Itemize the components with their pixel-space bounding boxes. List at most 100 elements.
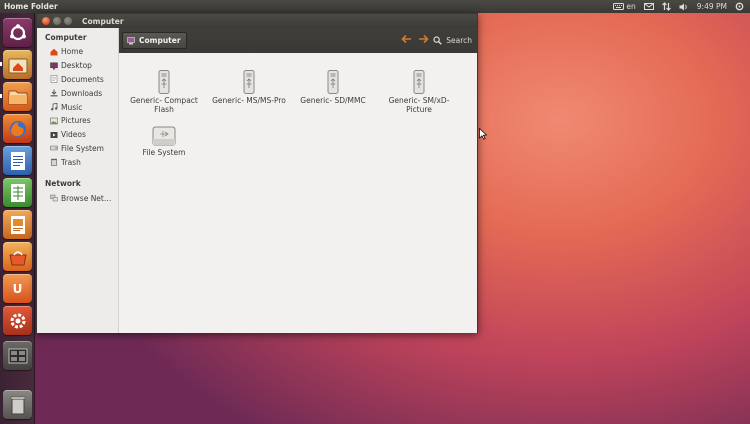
mouse-cursor-icon (479, 128, 487, 140)
sidebar-item-trash[interactable]: Trash (37, 155, 118, 169)
minimize-window-button[interactable] (53, 17, 61, 25)
search-icon (433, 36, 443, 45)
back-button[interactable] (401, 34, 412, 46)
file-item-label: Generic- Compact (130, 96, 198, 105)
window-controls (37, 17, 72, 25)
software-center-launcher[interactable] (3, 242, 32, 271)
power-gear-icon (735, 2, 744, 11)
sidebar-item-home[interactable]: Home (37, 45, 118, 59)
impress-launcher[interactable] (3, 210, 32, 239)
computer-icon (127, 36, 135, 44)
file-item-generic-sd-mmc[interactable]: Generic- SD/MMC (291, 70, 375, 105)
sidebar-item-label: Downloads (61, 88, 103, 98)
usb-drive-icon (243, 70, 255, 94)
videos-icon (50, 131, 58, 138)
file-item-label: Generic- SD/MMC (300, 96, 366, 105)
window-titlebar[interactable]: Computer (37, 14, 477, 28)
ubuntu-one-icon: U (12, 281, 23, 296)
sound-indicator[interactable] (679, 3, 689, 11)
keyboard-indicator[interactable]: en (613, 2, 636, 11)
file-system-icon (50, 146, 58, 151)
network-arrows-icon (661, 2, 671, 11)
running-indicator (0, 94, 2, 98)
keyboard-icon (613, 3, 625, 10)
sidebar-item-pictures[interactable]: Pictures (37, 114, 118, 128)
clock-time: 9:49 PM (696, 2, 727, 11)
file-item-file-system[interactable]: File System (122, 126, 206, 157)
file-item-label: Generic- SM/xD- (388, 96, 450, 105)
sidebar-item-label: Documents (61, 74, 104, 84)
envelope-icon (643, 3, 654, 10)
file-item-label: Flash (154, 105, 174, 114)
clock-indicator[interactable]: 9:49 PM (697, 2, 727, 11)
trash-icon (10, 396, 25, 414)
breadcrumb-computer[interactable]: Computer (122, 32, 187, 49)
sidebar-item-label: File System (61, 143, 104, 153)
home-folder-icon (8, 58, 27, 73)
file-view: Generic- Compact Flash Generic- MS/MS-Pr… (119, 53, 477, 333)
folder-icon (8, 90, 27, 104)
firefox-launcher[interactable] (3, 114, 32, 143)
sidebar-item-music[interactable]: Music (37, 100, 118, 114)
workspace-switcher-launcher[interactable] (3, 341, 32, 370)
software-center-icon (8, 250, 27, 265)
search-button[interactable]: Search (433, 28, 472, 53)
sidebar-item-label: Trash (61, 157, 81, 167)
home-icon (50, 48, 58, 56)
sidebar-item-label: Home (61, 47, 84, 57)
documents-icon (50, 75, 58, 84)
sidebar-item-videos[interactable]: Videos (37, 128, 118, 142)
window-toolbar: Computer Search (119, 28, 477, 53)
running-indicator (0, 62, 2, 66)
forward-button[interactable] (418, 34, 429, 46)
usb-drive-icon (158, 70, 170, 94)
messaging-indicator[interactable] (643, 3, 654, 10)
downloads-icon (50, 89, 58, 97)
system-settings-launcher[interactable] (3, 306, 32, 335)
file-manager-window: Computer Computer Home Desktop Documents… (36, 13, 478, 333)
sidebar-item-downloads[interactable]: Downloads (37, 86, 118, 100)
launcher: U (0, 13, 35, 424)
calc-launcher[interactable] (3, 178, 32, 207)
file-item-label: Picture (406, 105, 432, 114)
sidebar-item-label: Desktop (61, 61, 92, 71)
usb-drive-icon (327, 70, 339, 94)
close-window-button[interactable] (42, 17, 50, 25)
dash-home-button[interactable] (3, 18, 32, 47)
places-sidebar: Computer Home Desktop Documents Download… (37, 28, 119, 333)
impress-icon (10, 215, 25, 234)
writer-icon (10, 151, 25, 170)
file-item-generic-compact-flash[interactable]: Generic- Compact Flash (122, 70, 206, 114)
arrow-right-icon (419, 34, 429, 44)
file-item-label: File System (142, 148, 186, 157)
files-launcher[interactable] (3, 82, 32, 111)
desktop-icon (50, 62, 58, 70)
hard-drive-icon (152, 126, 176, 146)
session-indicator[interactable] (735, 2, 744, 11)
window-title: Computer (82, 16, 124, 26)
search-label: Search (446, 36, 472, 45)
navigation-arrows (401, 34, 429, 46)
keyboard-layout-label: en (626, 2, 636, 11)
ubuntu-one-launcher[interactable]: U (3, 274, 32, 303)
active-window-title: Home Folder (4, 2, 58, 11)
file-item-label: Generic- MS/MS-Pro (212, 96, 286, 105)
sidebar-item-documents[interactable]: Documents (37, 73, 118, 87)
firefox-icon (9, 120, 26, 137)
maximize-window-button[interactable] (64, 17, 72, 25)
sidebar-item-browse-network[interactable]: Browse Net… (37, 191, 118, 205)
top-panel: Home Folder en 9:49 PM (0, 0, 750, 13)
music-icon (51, 103, 58, 111)
trash-icon (51, 159, 57, 167)
writer-launcher[interactable] (3, 146, 32, 175)
ubuntu-logo-icon (9, 23, 26, 40)
network-icon (50, 194, 58, 202)
sidebar-item-desktop[interactable]: Desktop (37, 59, 118, 73)
trash-launcher[interactable] (3, 390, 32, 419)
network-indicator[interactable] (661, 2, 671, 11)
file-item-generic-ms-ms-pro[interactable]: Generic- MS/MS-Pro (207, 70, 291, 105)
file-item-generic-sm-xd-picture[interactable]: Generic- SM/xD- Picture (377, 70, 461, 114)
sidebar-header-computer: Computer (45, 33, 87, 42)
sidebar-item-file-system[interactable]: File System (37, 142, 118, 156)
home-folder-launcher[interactable] (3, 50, 32, 79)
